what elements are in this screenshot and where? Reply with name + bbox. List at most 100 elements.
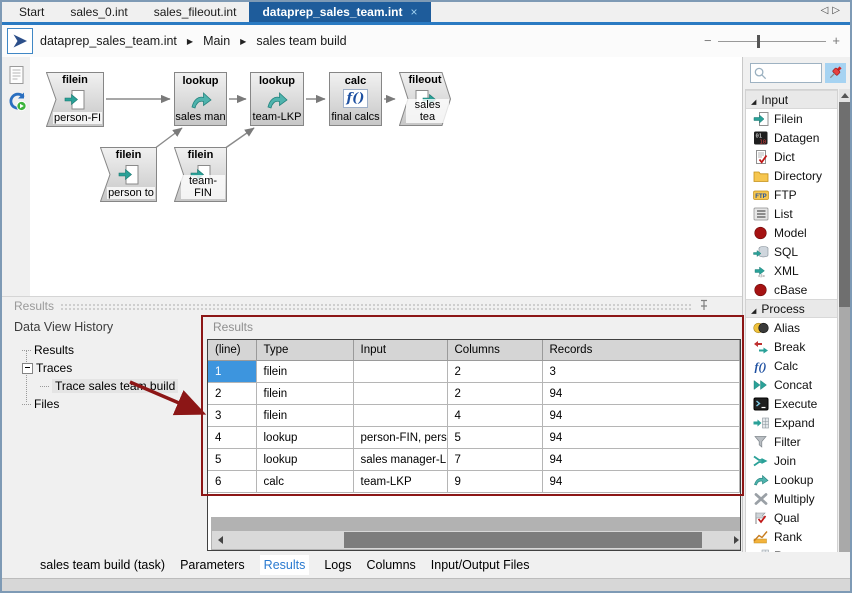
bottom-tab-parameters[interactable]: Parameters [180, 558, 245, 572]
scroll-left-icon[interactable] [212, 531, 228, 549]
palette-item-multiply[interactable]: Multiply [746, 489, 837, 508]
tab-scroll-arrows[interactable]: ◁▷ [821, 5, 844, 16]
scroll-up-icon[interactable] [839, 89, 850, 102]
selected-cell[interactable]: 1 [208, 361, 256, 383]
tab-start[interactable]: Start [6, 2, 57, 22]
palette-item-sql[interactable]: SQL [746, 242, 837, 261]
tab-scroll-right-icon[interactable]: ▷ [832, 5, 844, 16]
breadcrumb-task[interactable]: sales team build [256, 34, 346, 48]
col-line[interactable]: (line) [208, 340, 256, 361]
results-table[interactable]: (line) Type Input Columns Records 1 file… [207, 339, 741, 551]
palette-item-execute[interactable]: Execute [746, 394, 837, 413]
palette-scrollbar[interactable] [839, 89, 850, 578]
scrollbar-thumb[interactable] [839, 102, 850, 307]
tab-close-icon[interactable]: × [411, 5, 418, 19]
table-row[interactable]: 6 calc team-LKP 9 94 [208, 471, 740, 493]
palette-item-dict[interactable]: Dict [746, 147, 837, 166]
col-records[interactable]: Records [542, 340, 740, 361]
node-label: person-FI [53, 112, 102, 124]
palette-item-break[interactable]: Break [746, 337, 837, 356]
palette-group-process[interactable]: Process [746, 299, 837, 318]
results-panel: Results (line) Type Input Columns Record… [204, 314, 742, 552]
zoom-in-icon[interactable]: + [832, 33, 840, 48]
tree-item-files[interactable]: Files [22, 396, 59, 412]
run-button[interactable] [7, 28, 33, 54]
list-icon [753, 207, 769, 221]
bottom-tab-logs[interactable]: Logs [324, 558, 351, 572]
node-filein-person-to[interactable]: filein person to [100, 147, 157, 202]
splitter-grip[interactable] [60, 303, 692, 310]
table-horizontal-scrollbar[interactable] [212, 531, 741, 549]
bottom-task-label[interactable]: sales team build (task) [40, 558, 165, 572]
node-calc-final-calcs[interactable]: calc f() final calcs [329, 72, 382, 126]
palette-item-rank[interactable]: Rank [746, 527, 837, 546]
funnel-icon [753, 435, 769, 449]
data-view-history-panel: Data View History Results Traces Trace s… [2, 314, 204, 552]
scroll-right-icon[interactable] [728, 531, 741, 549]
col-input[interactable]: Input [353, 340, 447, 361]
results-table-title: Results [213, 320, 253, 334]
node-lookup-sales-man[interactable]: lookup sales man [174, 72, 227, 126]
col-type[interactable]: Type [256, 340, 353, 361]
palette-item-calc[interactable]: Calc [746, 356, 837, 375]
palette-item-xml[interactable]: XML [746, 261, 837, 280]
palette-item-list[interactable]: List [746, 204, 837, 223]
table-row[interactable]: 3 filein 4 94 [208, 405, 740, 427]
palette-item-lookup[interactable]: Lookup [746, 470, 837, 489]
node-lookup-team-LKP[interactable]: lookup team-LKP [250, 72, 304, 126]
tab-dataprep-sales-team[interactable]: dataprep_sales_team.int × [249, 2, 430, 22]
breadcrumb-main[interactable]: Main [203, 34, 230, 48]
palette-item-filein[interactable]: Filein [746, 109, 837, 128]
filein-icon [46, 88, 104, 112]
node-filein-person-FI[interactable]: filein person-FI [46, 72, 104, 127]
rerun-history-button[interactable] [7, 91, 27, 113]
node-filein-team-FIN[interactable]: filein team-FIN [174, 147, 227, 202]
bottom-tab-columns[interactable]: Columns [366, 558, 415, 572]
palette-item-model[interactable]: Model [746, 223, 837, 242]
palette-group-input[interactable]: Input [746, 90, 837, 109]
palette-item-qual[interactable]: Qual [746, 508, 837, 527]
palette-item-filter[interactable]: Filter [746, 432, 837, 451]
new-document-button[interactable] [7, 65, 27, 87]
palette-item-alias[interactable]: Alias [746, 318, 837, 337]
palette-item-join[interactable]: Join [746, 451, 837, 470]
workflow-canvas[interactable]: filein person-FI lookup sales man lookup… [30, 57, 742, 296]
bottom-tab-io-files[interactable]: Input/Output Files [431, 558, 530, 572]
tree-item-results[interactable]: Results [22, 342, 74, 358]
palette-pin-button[interactable] [825, 63, 846, 83]
palette-search-box[interactable] [750, 63, 822, 83]
palette-item-ftp[interactable]: FTP [746, 185, 837, 204]
palette-item-concat[interactable]: Concat [746, 375, 837, 394]
zoom-slider[interactable]: − + [702, 33, 842, 49]
bottom-tab-results[interactable]: Results [260, 555, 310, 575]
pin-icon[interactable] [698, 299, 710, 311]
results-splitter-bar[interactable]: Results [2, 296, 742, 315]
hscrollbar-thumb[interactable] [344, 532, 702, 548]
table-row[interactable]: 4 lookup person-FIN, pers... 5 94 [208, 427, 740, 449]
palette-item-datagen[interactable]: Datagen [746, 128, 837, 147]
palette-item-expand[interactable]: Expand [746, 413, 837, 432]
multiply-icon [753, 492, 769, 506]
table-row[interactable]: 1 filein 2 3 [208, 361, 740, 383]
zoom-slider-handle[interactable] [757, 35, 760, 48]
tab-sales-fileout[interactable]: sales_fileout.int [141, 2, 250, 22]
annotation-arrow [122, 374, 214, 424]
zoom-out-icon[interactable]: − [704, 33, 712, 48]
table-row[interactable]: 5 lookup sales manager-L... 7 94 [208, 449, 740, 471]
col-columns[interactable]: Columns [447, 340, 542, 361]
palette-item-directory[interactable]: Directory [746, 166, 837, 185]
filein-icon [753, 112, 769, 126]
search-input[interactable] [769, 65, 821, 83]
breadcrumb-file[interactable]: dataprep_sales_team.int [40, 34, 177, 48]
dict-icon [753, 150, 769, 164]
node-fileout-sales-tea[interactable]: fileout sales tea [399, 72, 451, 126]
function-icon: f() [330, 89, 381, 108]
table-row[interactable]: 2 filein 2 94 [208, 383, 740, 405]
palette-item-cbase[interactable]: cBase [746, 280, 837, 299]
collapse-icon[interactable] [22, 363, 33, 374]
tab-scroll-left-icon[interactable]: ◁ [821, 5, 833, 16]
tab-sales-0[interactable]: sales_0.int [57, 2, 140, 22]
left-toolbar [2, 57, 31, 296]
tree-item-traces[interactable]: Traces [22, 360, 72, 376]
masks-icon [753, 321, 769, 335]
